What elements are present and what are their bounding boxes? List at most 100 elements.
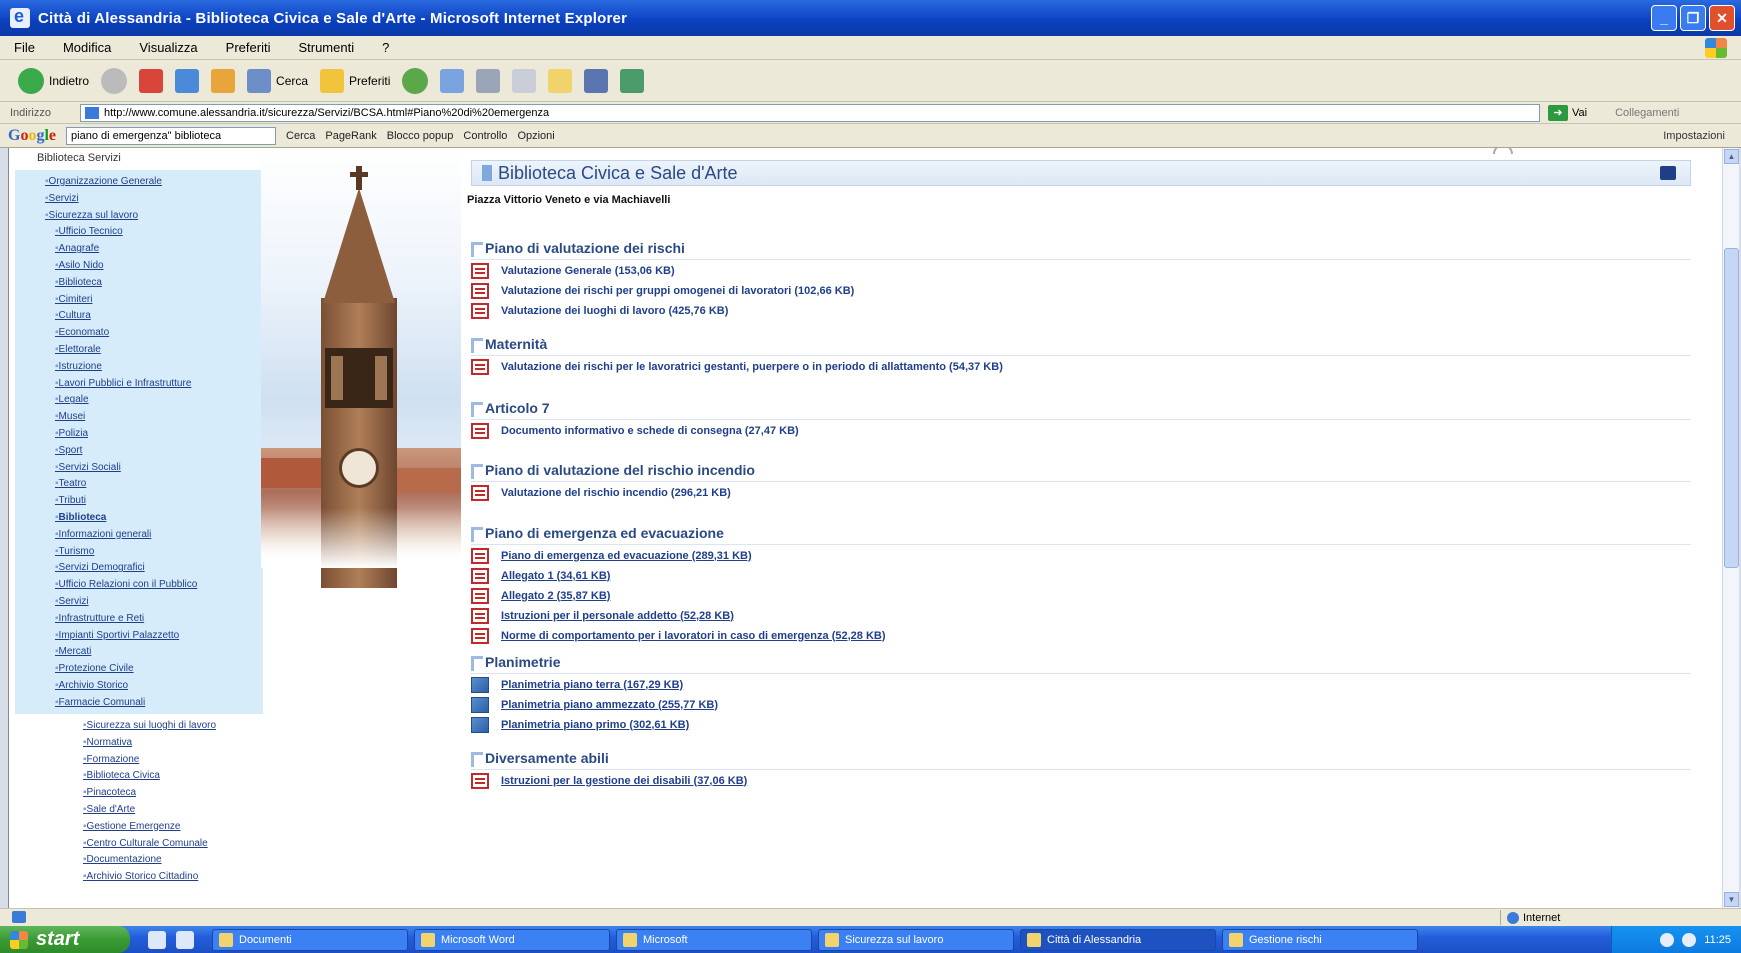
minimize-button[interactable]: _ bbox=[1651, 5, 1677, 31]
sidebar-item[interactable]: Anagrafe bbox=[45, 241, 263, 258]
refresh-icon[interactable] bbox=[175, 68, 200, 93]
print-icon[interactable] bbox=[476, 68, 501, 93]
sidebar-item[interactable]: Infrastrutture e Reti bbox=[45, 611, 263, 628]
sidebar-item[interactable]: Biblioteca bbox=[45, 510, 263, 527]
links-button[interactable]: Collegamenti bbox=[1615, 107, 1679, 119]
sidebar-item[interactable]: Asilo Nido bbox=[45, 258, 263, 275]
favorites-button[interactable]: Preferiti bbox=[320, 68, 390, 93]
sidebar-item[interactable]: Servizi bbox=[45, 594, 263, 611]
menu-help[interactable]: ? bbox=[382, 40, 389, 55]
sidebar-item[interactable]: Sicurezza sul lavoro bbox=[45, 208, 263, 225]
address-input[interactable]: http://www.comune.alessandria.it/sicurez… bbox=[80, 103, 1540, 122]
sidebar-item[interactable]: Informazioni generali bbox=[45, 527, 263, 544]
sidebar-item[interactable]: Servizi Demografici bbox=[45, 560, 263, 577]
show-desktop-icon[interactable] bbox=[148, 930, 166, 949]
sidebar-subitem[interactable]: Archivio Storico Cittadino bbox=[83, 869, 263, 886]
start-button[interactable]: start bbox=[0, 926, 130, 953]
sidebar-item[interactable]: Servizi Sociali bbox=[45, 460, 263, 477]
document-link[interactable]: Allegato 2 (35,87 KB) bbox=[501, 590, 610, 602]
forward-button[interactable] bbox=[101, 67, 128, 94]
sidebar-subitem[interactable]: Formazione bbox=[83, 752, 263, 769]
menu-favorites[interactable]: Preferiti bbox=[226, 40, 271, 55]
sidebar-item[interactable]: Teatro bbox=[45, 476, 263, 493]
document-link[interactable]: Planimetria piano terra (167,29 KB) bbox=[501, 679, 683, 691]
back-button[interactable]: Indietro bbox=[18, 67, 89, 94]
taskbar-button[interactable]: Gestione rischi bbox=[1222, 928, 1418, 951]
menu-tools[interactable]: Strumenti bbox=[298, 40, 354, 55]
document-link[interactable]: Piano di emergenza ed evacuazione (289,3… bbox=[501, 550, 752, 562]
sidebar-item[interactable]: Servizi bbox=[45, 191, 263, 208]
sidebar-item[interactable]: Cultura bbox=[45, 308, 263, 325]
home-icon[interactable] bbox=[211, 68, 236, 93]
taskbar-button[interactable]: Città di Alessandria bbox=[1020, 928, 1216, 951]
stop-icon[interactable] bbox=[139, 68, 164, 93]
sidebar-item[interactable]: Lavori Pubblici e Infrastrutture bbox=[45, 376, 263, 393]
sidebar-item[interactable]: Mercati bbox=[45, 644, 263, 661]
research-icon[interactable] bbox=[620, 68, 645, 93]
sidebar-subitem[interactable]: Documentazione bbox=[83, 852, 263, 869]
sidebar-subitem[interactable]: Normativa bbox=[83, 735, 263, 752]
sidebar-item[interactable]: Legale bbox=[45, 392, 263, 409]
document-link[interactable]: Norme di comportamento per i lavoratori … bbox=[501, 630, 886, 642]
scroll-down-icon[interactable]: ▼ bbox=[1724, 892, 1739, 907]
document-link[interactable]: Planimetria piano ammezzato (255,77 KB) bbox=[501, 699, 718, 711]
menu-view[interactable]: Visualizza bbox=[139, 40, 197, 55]
google-search-button[interactable]: Cerca bbox=[286, 130, 315, 142]
sidebar-item[interactable]: Farmacie Comunali bbox=[45, 695, 263, 712]
taskbar-button[interactable]: Microsoft bbox=[616, 928, 812, 951]
document-link[interactable]: Valutazione Generale (153,06 KB) bbox=[501, 265, 675, 277]
network-icon[interactable] bbox=[1682, 932, 1697, 947]
document-link[interactable]: Documento informativo e schede di conseg… bbox=[501, 425, 799, 437]
taskbar-button[interactable]: Documenti bbox=[212, 928, 408, 951]
sidebar-subitem[interactable]: Gestione Emergenze bbox=[83, 819, 263, 836]
sidebar-item[interactable]: Cimiteri bbox=[45, 292, 263, 309]
sidebar-item[interactable]: Ufficio Tecnico bbox=[45, 224, 263, 241]
google-spellcheck[interactable]: Controllo bbox=[463, 130, 507, 142]
folder-icon[interactable] bbox=[548, 68, 573, 93]
sidebar-item[interactable]: Turismo bbox=[45, 544, 263, 561]
document-link[interactable]: Istruzioni per la gestione dei disabili … bbox=[501, 775, 747, 787]
close-button[interactable]: ✕ bbox=[1709, 5, 1735, 31]
sidebar-item[interactable]: Archivio Storico bbox=[45, 678, 263, 695]
sidebar-item[interactable]: Organizzazione Generale bbox=[45, 174, 263, 191]
menu-file[interactable]: File bbox=[14, 40, 35, 55]
sidebar-subitem[interactable]: Centro Culturale Comunale bbox=[83, 836, 263, 853]
menu-edit[interactable]: Modifica bbox=[63, 40, 111, 55]
scroll-thumb[interactable] bbox=[1724, 248, 1739, 568]
sidebar-item[interactable]: Tributi bbox=[45, 493, 263, 510]
sidebar-subitem[interactable]: Sale d'Arte bbox=[83, 802, 263, 819]
sidebar-item[interactable]: Biblioteca bbox=[45, 275, 263, 292]
sidebar-subitem[interactable]: Pinacoteca bbox=[83, 785, 263, 802]
edit-icon[interactable] bbox=[512, 68, 537, 93]
messenger-icon[interactable] bbox=[584, 68, 609, 93]
document-link[interactable]: Planimetria piano primo (302,61 KB) bbox=[501, 719, 689, 731]
sidebar-item[interactable]: Sport bbox=[45, 443, 263, 460]
taskbar-button[interactable]: Microsoft Word bbox=[414, 928, 610, 951]
document-link[interactable]: Allegato 1 (34,61 KB) bbox=[501, 570, 610, 582]
ie-quick-launch-icon[interactable] bbox=[176, 930, 194, 949]
sidebar-item[interactable]: Musei bbox=[45, 409, 263, 426]
google-pagerank[interactable]: PageRank bbox=[325, 130, 376, 142]
sidebar-item[interactable]: Ufficio Relazioni con il Pubblico bbox=[45, 577, 263, 594]
google-search-input[interactable]: piano di emergenza" biblioteca bbox=[66, 126, 277, 145]
sidebar-item[interactable]: Istruzione bbox=[45, 359, 263, 376]
google-settings-button[interactable]: Impostazioni bbox=[1663, 130, 1725, 142]
sidebar-item[interactable]: Polizia bbox=[45, 426, 263, 443]
maximize-button[interactable]: ❐ bbox=[1680, 5, 1706, 31]
mail-icon[interactable] bbox=[440, 68, 465, 93]
sidebar-item[interactable]: Elettorale bbox=[45, 342, 263, 359]
document-link[interactable]: Valutazione del rischio incendio (296,21… bbox=[501, 487, 731, 499]
document-link[interactable]: Istruzioni per il personale addetto (52,… bbox=[501, 610, 734, 622]
search-button[interactable]: Cerca bbox=[247, 68, 308, 93]
document-link[interactable]: Valutazione dei rischi per gruppi omogen… bbox=[501, 285, 854, 297]
volume-icon[interactable] bbox=[1660, 932, 1675, 947]
go-button[interactable]: ➜ Vai bbox=[1548, 104, 1587, 121]
vertical-scrollbar[interactable]: ▲ ▼ bbox=[1722, 148, 1739, 908]
sidebar-subitem[interactable]: Biblioteca Civica bbox=[83, 768, 263, 785]
document-link[interactable]: Valutazione dei luoghi di lavoro (425,76… bbox=[501, 305, 728, 317]
sidebar-item[interactable]: Impianti Sportivi Palazzetto bbox=[45, 628, 263, 645]
sidebar-item[interactable]: Protezione Civile bbox=[45, 661, 263, 678]
scroll-up-icon[interactable]: ▲ bbox=[1724, 149, 1739, 164]
sidebar-subitem[interactable]: Sicurezza sui luoghi di lavoro bbox=[83, 718, 263, 735]
sidebar-item[interactable]: Economato bbox=[45, 325, 263, 342]
